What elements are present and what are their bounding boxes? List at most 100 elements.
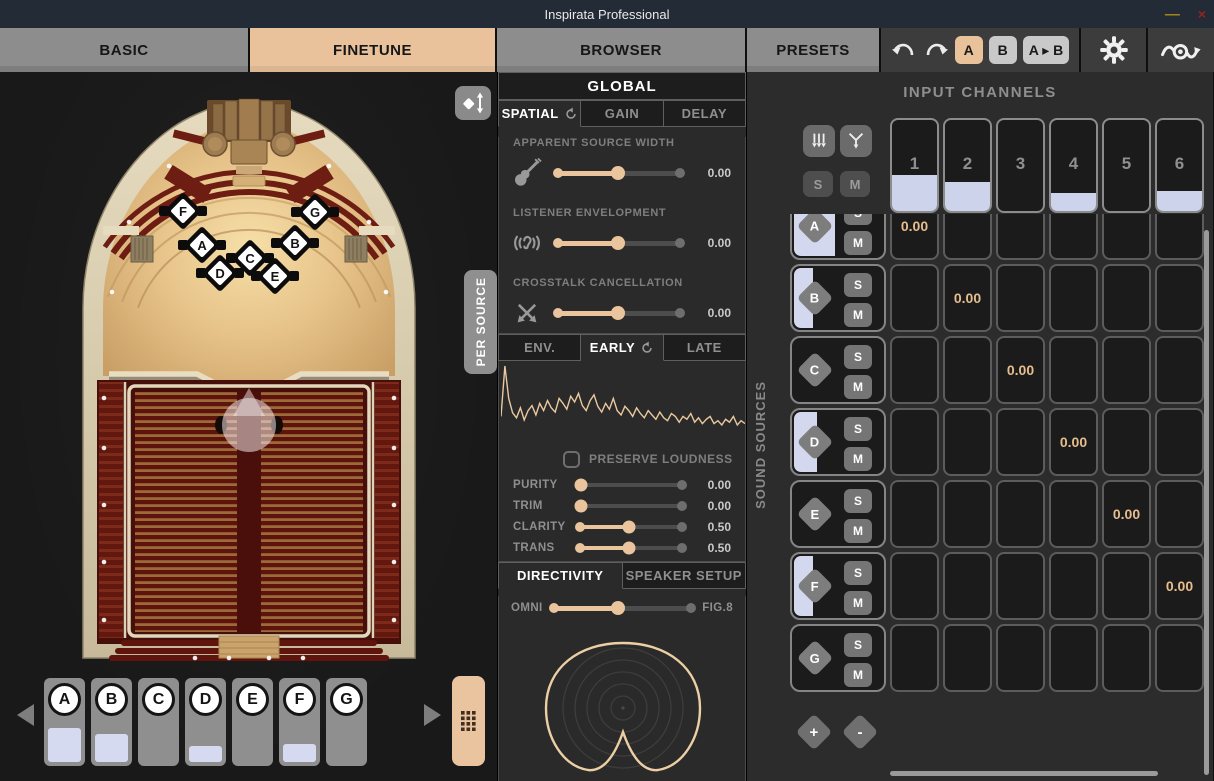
- matrix-cell[interactable]: [1049, 264, 1098, 332]
- mute-button[interactable]: M: [844, 231, 872, 255]
- matrix-cell[interactable]: [996, 480, 1045, 548]
- tab-env[interactable]: ENV.: [498, 334, 582, 361]
- tab-browser[interactable]: BROWSER: [497, 28, 745, 72]
- matrix-cell[interactable]: [890, 408, 939, 476]
- tab-delay[interactable]: DELAY: [663, 100, 746, 127]
- mute-button[interactable]: M: [844, 303, 872, 327]
- ab-slot-b-button[interactable]: B: [988, 36, 1017, 64]
- matrix-cell[interactable]: [1049, 552, 1098, 620]
- matrix-cell[interactable]: [1049, 336, 1098, 404]
- fader-card-D[interactable]: D: [185, 678, 226, 766]
- trim-slider[interactable]: [574, 499, 687, 512]
- sound-source-row-F[interactable]: F SM: [790, 552, 886, 620]
- matrix-view-button[interactable]: [452, 676, 485, 766]
- solo-button[interactable]: S: [844, 273, 872, 297]
- input-channel-meter[interactable]: 2: [943, 118, 992, 213]
- tab-basic[interactable]: BASIC: [0, 28, 248, 72]
- fader-card-G[interactable]: G: [326, 678, 367, 766]
- matrix-cell[interactable]: [943, 552, 992, 620]
- matrix-cell[interactable]: [890, 480, 939, 548]
- matrix-cell[interactable]: [1049, 214, 1098, 260]
- arrows-down-button[interactable]: [803, 125, 835, 157]
- sound-source-row-A[interactable]: A SM: [790, 214, 886, 260]
- matrix-cell[interactable]: [943, 214, 992, 260]
- matrix-cell[interactable]: [1102, 408, 1151, 476]
- matrix-cell[interactable]: 0.00: [1155, 552, 1204, 620]
- close-button[interactable]: ×: [1198, 6, 1206, 22]
- solo-button[interactable]: S: [844, 633, 872, 657]
- fader-card-F[interactable]: F: [279, 678, 320, 766]
- tab-presets[interactable]: PRESETS: [747, 28, 879, 72]
- fader-card-C[interactable]: C: [138, 678, 179, 766]
- matrix-cell[interactable]: [1155, 336, 1204, 404]
- matrix-cell[interactable]: [1155, 264, 1204, 332]
- purity-slider[interactable]: [574, 478, 687, 491]
- matrix-cell[interactable]: 0.00: [1102, 480, 1151, 548]
- solo-button[interactable]: S: [844, 214, 872, 225]
- matrix-cell[interactable]: [943, 336, 992, 404]
- gear-icon[interactable]: [1099, 35, 1129, 65]
- ab-slot-a-button[interactable]: A: [954, 36, 983, 64]
- source-diamond-C[interactable]: C: [796, 351, 834, 389]
- vertical-scrollbar[interactable]: [1204, 230, 1209, 775]
- tab-early[interactable]: EARLY: [581, 334, 664, 361]
- input-channel-meter[interactable]: 3: [996, 118, 1045, 213]
- source-diamond-E[interactable]: E: [796, 495, 834, 533]
- matrix-cell[interactable]: [943, 408, 992, 476]
- matrix-cell[interactable]: [1155, 480, 1204, 548]
- solo-button[interactable]: S: [844, 561, 872, 585]
- matrix-cell[interactable]: [1102, 264, 1151, 332]
- source-arrange-button[interactable]: [455, 86, 491, 120]
- mute-button[interactable]: M: [844, 447, 872, 471]
- sound-source-row-C[interactable]: C SM: [790, 336, 886, 404]
- matrix-cell[interactable]: [1102, 336, 1151, 404]
- matrix-cell[interactable]: 0.00: [943, 264, 992, 332]
- matrix-cell[interactable]: [890, 336, 939, 404]
- listener-envelopment-slider[interactable]: [553, 236, 685, 250]
- input-channel-meter[interactable]: 1: [890, 118, 939, 213]
- matrix-cell[interactable]: [1102, 624, 1151, 692]
- directivity-slider[interactable]: [548, 601, 697, 615]
- source-diamond-G[interactable]: G: [796, 639, 834, 677]
- matrix-cell[interactable]: [1155, 408, 1204, 476]
- matrix-cell[interactable]: [890, 264, 939, 332]
- matrix-cell[interactable]: [1102, 214, 1151, 260]
- fader-card-B[interactable]: B: [91, 678, 132, 766]
- fader-card-E[interactable]: E: [232, 678, 273, 766]
- solo-button[interactable]: S: [844, 489, 872, 513]
- crosstalk-cancellation-slider[interactable]: [553, 306, 685, 320]
- sound-source-row-D[interactable]: D SM: [790, 408, 886, 476]
- copy-a-to-b-button[interactable]: A ▸ B: [1022, 36, 1070, 64]
- tab-directivity[interactable]: DIRECTIVITY: [498, 562, 623, 589]
- mute-button[interactable]: M: [844, 591, 872, 615]
- undo-icon[interactable]: [891, 40, 917, 60]
- sound-source-row-G[interactable]: G SM: [790, 624, 886, 692]
- matrix-cell[interactable]: [996, 624, 1045, 692]
- matrix-cell[interactable]: [1155, 624, 1204, 692]
- matrix-cell[interactable]: 0.00: [996, 336, 1045, 404]
- solo-button[interactable]: S: [844, 417, 872, 441]
- matrix-cell[interactable]: [943, 480, 992, 548]
- horizontal-scrollbar[interactable]: [890, 771, 1158, 776]
- matrix-cell[interactable]: [943, 624, 992, 692]
- merge-down-button[interactable]: [840, 125, 872, 157]
- scroll-left-arrow-icon[interactable]: [17, 704, 34, 726]
- matrix-cell[interactable]: [996, 214, 1045, 260]
- matrix-cell[interactable]: [1155, 214, 1204, 260]
- tab-spatial[interactable]: SPATIAL: [498, 100, 582, 127]
- matrix-cell[interactable]: [1102, 552, 1151, 620]
- input-channel-meter[interactable]: 5: [1102, 118, 1151, 213]
- matrix-cell[interactable]: [890, 624, 939, 692]
- matrix-cell[interactable]: [996, 408, 1045, 476]
- mute-all-button[interactable]: M: [840, 171, 870, 197]
- tab-finetune[interactable]: FINETUNE: [250, 28, 495, 72]
- trans-slider[interactable]: [575, 541, 687, 554]
- solo-all-button[interactable]: S: [803, 171, 833, 197]
- apparent-source-width-slider[interactable]: [553, 166, 685, 180]
- per-source-tab[interactable]: PER SOURCE: [464, 270, 497, 374]
- tab-speaker-setup[interactable]: SPEAKER SETUP: [622, 562, 746, 589]
- mute-button[interactable]: M: [844, 375, 872, 399]
- mute-button[interactable]: M: [844, 663, 872, 687]
- input-channel-meter[interactable]: 6: [1155, 118, 1204, 213]
- preserve-loudness-checkbox[interactable]: [563, 450, 580, 468]
